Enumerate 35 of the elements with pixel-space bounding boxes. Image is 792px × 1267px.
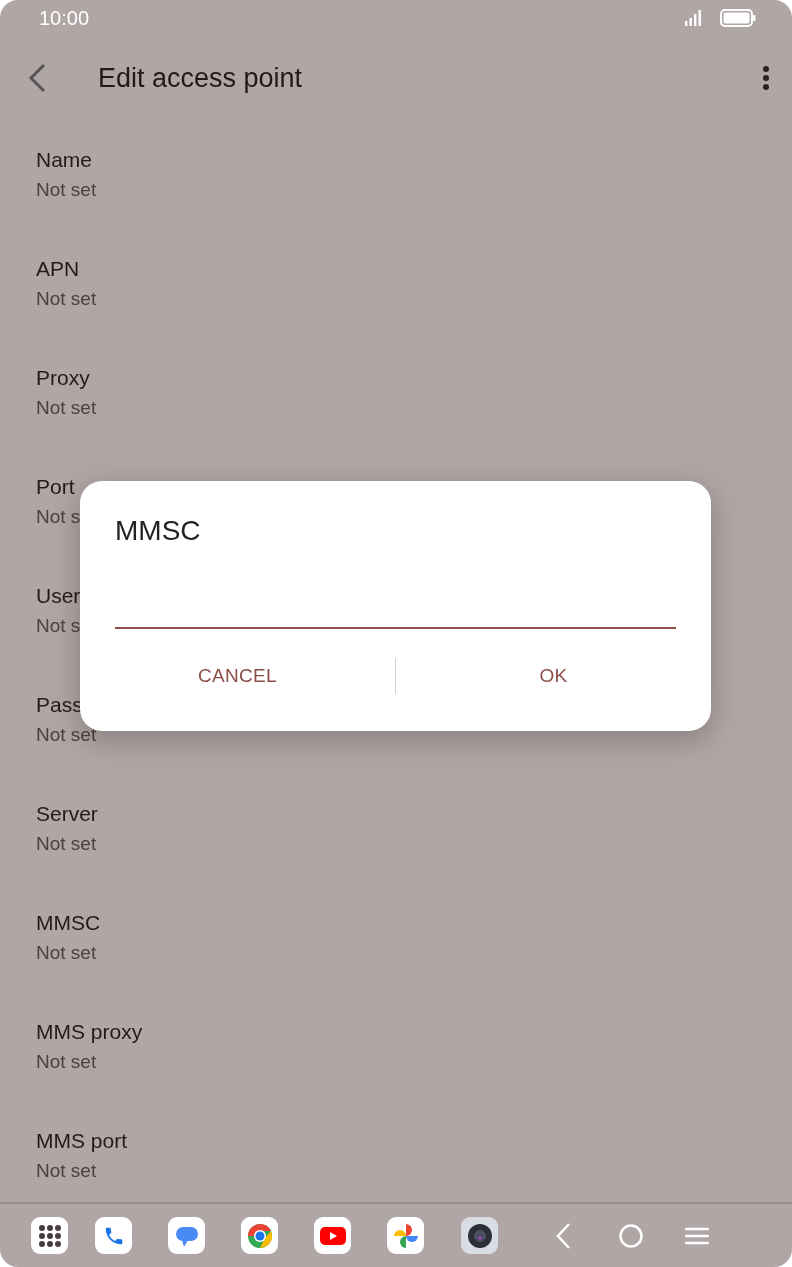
signal-icon xyxy=(685,10,702,26)
setting-value: Not set xyxy=(36,941,97,965)
ok-button[interactable]: OK xyxy=(396,653,711,699)
setting-label[interactable]: Server xyxy=(36,800,98,828)
battery-icon xyxy=(720,9,756,27)
status-time: 10:00 xyxy=(39,6,90,30)
setting-value: Not s xyxy=(36,614,81,638)
pinwheel-icon[interactable] xyxy=(387,1217,424,1254)
setting-label[interactable]: MMSC xyxy=(36,909,101,937)
setting-value: Not set xyxy=(36,396,97,420)
setting-label[interactable]: MMS port xyxy=(36,1127,127,1155)
setting-value: Not set xyxy=(36,287,97,311)
setting-value: Not set xyxy=(36,1159,97,1183)
dialog-title: MMSC xyxy=(115,514,201,548)
chat-bubble-icon[interactable] xyxy=(168,1217,205,1254)
setting-value: Not s xyxy=(36,505,81,529)
phone-icon[interactable] xyxy=(95,1217,132,1254)
play-icon[interactable] xyxy=(314,1217,351,1254)
ring-icon[interactable] xyxy=(241,1217,278,1254)
more-options-icon[interactable] xyxy=(762,65,770,91)
cancel-button[interactable]: CANCEL xyxy=(80,653,395,699)
setting-label[interactable]: MMS proxy xyxy=(36,1018,143,1046)
page-title: Edit access point xyxy=(98,62,304,94)
setting-value: Not set xyxy=(36,723,97,747)
app-grid-icon[interactable] xyxy=(31,1217,68,1254)
setting-label[interactable]: Name xyxy=(36,146,93,174)
back-icon[interactable] xyxy=(28,63,46,93)
setting-label[interactable]: APN xyxy=(36,255,80,283)
setting-value: Not set xyxy=(36,1050,97,1074)
setting-label[interactable]: User xyxy=(36,582,81,610)
setting-value: Not set xyxy=(36,832,97,856)
setting-label[interactable]: Proxy xyxy=(36,364,90,392)
setting-label[interactable]: Port xyxy=(36,473,75,501)
camera-lens-icon[interactable] xyxy=(461,1217,498,1254)
setting-value: Not set xyxy=(36,178,97,202)
